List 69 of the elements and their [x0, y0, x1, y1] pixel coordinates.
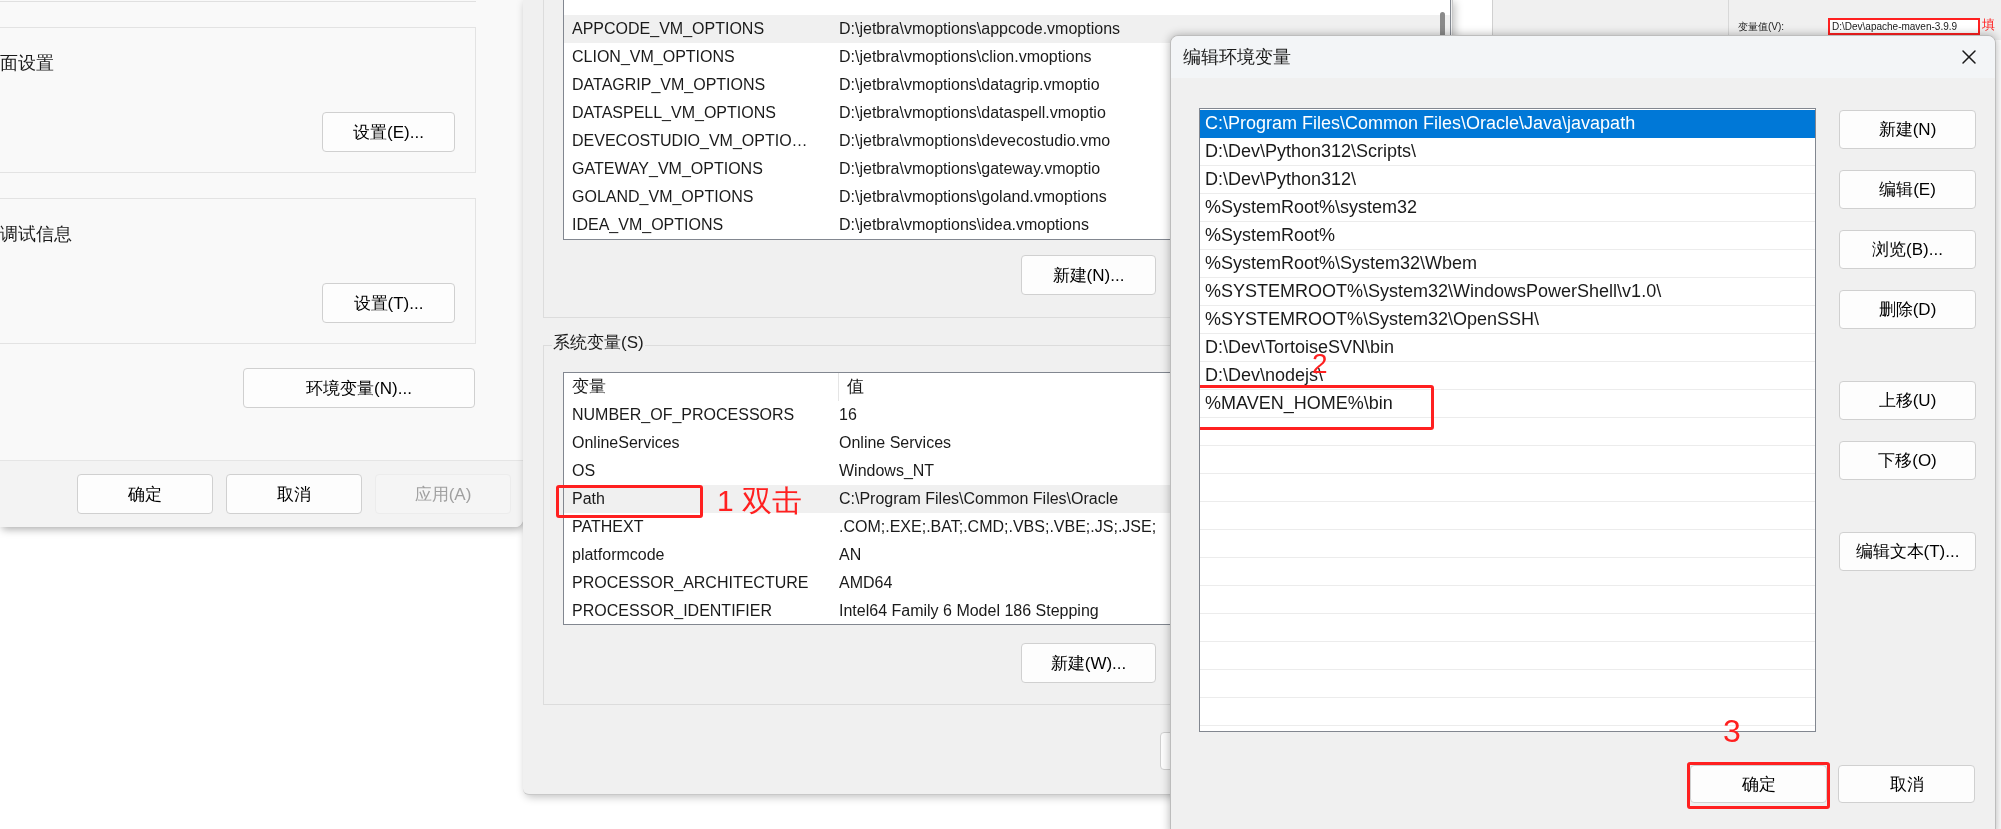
- path-item[interactable]: D:\Dev\Python312\: [1200, 166, 1815, 194]
- group-title: 系统变量(S): [552, 334, 645, 351]
- variable-value: Windows_NT: [839, 461, 935, 481]
- annotation-note: 1 双击: [717, 486, 803, 516]
- group-label: 调试信息: [0, 225, 72, 243]
- variable-name: DATASPELL_VM_OPTIONS: [572, 104, 776, 121]
- dialog-button[interactable]: 设置(E)...: [322, 112, 455, 152]
- path-item[interactable]: %SystemRoot%: [1200, 222, 1815, 250]
- variable-name: APPCODE_VM_OPTIONS: [572, 20, 765, 37]
- variable-name: CLION_VM_OPTIONS: [572, 48, 735, 65]
- path-item[interactable]: C:\Program Files\Common Files\Oracle\Java\javapath: [1200, 110, 1815, 138]
- variable-name: DATAGRIP_VM_OPTIONS: [572, 76, 766, 93]
- variable-name: platformcode: [572, 546, 665, 563]
- variable-value: C:\Program Files\Common Files\Oracle: [839, 489, 1119, 509]
- dialog-button[interactable]: 删除(D): [1839, 290, 1976, 329]
- variable-row[interactable]: APPCODE_VM_OPTIONS D:\jetbra\vmoptions\appcode.vmoptions: [564, 15, 1450, 43]
- dialog-button[interactable]: 确定: [1690, 765, 1827, 803]
- path-item[interactable]: %SystemRoot%\system32: [1200, 194, 1815, 222]
- column-header[interactable]: 变量: [564, 373, 839, 401]
- variable-value: D:\jetbra\vmoptions\appcode.vmoptions: [839, 19, 1121, 39]
- path-item[interactable]: D:\Dev\Python312\Scripts\: [1200, 138, 1815, 166]
- variable-value: D:\jetbra\vmoptions\datagrip.vmoptio: [839, 75, 1100, 95]
- dialog-button[interactable]: 设置(T)...: [322, 283, 455, 323]
- variable-name: OnlineServices: [572, 434, 680, 451]
- dialog-button[interactable]: 确定: [77, 474, 213, 514]
- dialog-button[interactable]: 下移(O): [1839, 441, 1976, 480]
- variable-value: D:\jetbra\vmoptions\idea.vmoptions: [839, 215, 1089, 235]
- variable-name: PATHEXT: [572, 518, 644, 535]
- variable-value: Online Services: [839, 433, 952, 453]
- variable-name: IDEA_VM_OPTIONS: [572, 216, 724, 233]
- annotation-note: 填: [1982, 18, 1995, 31]
- variable-value: AN: [839, 545, 862, 565]
- annotation-note: 3: [1723, 715, 1741, 747]
- dialog-button[interactable]: 浏览(B)...: [1839, 230, 1976, 269]
- variable-value: 16: [839, 405, 857, 425]
- variable-name: GOLAND_VM_OPTIONS: [572, 188, 754, 205]
- field-label: 变量值(V):: [1738, 22, 1786, 32]
- variable-value: D:\jetbra\vmoptions\clion.vmoptions: [839, 47, 1092, 67]
- variable-name: NUMBER_OF_PROCESSORS: [572, 406, 795, 423]
- variable-name: DEVECOSTUDIO_VM_OPTIO…: [572, 132, 808, 149]
- variable-value: Intel64 Family 6 Model 186 Stepping: [839, 601, 1099, 621]
- column-header[interactable]: 值: [839, 373, 864, 401]
- variable-value: D:\jetbra\vmoptions\goland.vmoptions: [839, 187, 1107, 207]
- variable-name: PROCESSOR_IDENTIFIER: [572, 602, 773, 619]
- group-label: 面设置: [0, 54, 54, 72]
- input-field[interactable]: D:\Dev\apache-maven-3.9.9: [1828, 18, 1980, 35]
- variable-value: D:\jetbra\vmoptions\dataspell.vmoptio: [839, 103, 1106, 123]
- variable-name: GATEWAY_VM_OPTIONS: [572, 160, 763, 177]
- path-item[interactable]: %MAVEN_HOME%\bin: [1200, 390, 1815, 418]
- dialog-button[interactable]: 编辑(E): [1839, 170, 1976, 209]
- dialog-button[interactable]: 编辑文本(T)...: [1839, 532, 1976, 571]
- dialog-button[interactable]: 新建(N)...: [1021, 255, 1156, 295]
- variable-value: .COM;.EXE;.BAT;.CMD;.VBS;.VBE;.JS;.JSE;: [839, 517, 1157, 537]
- dialog-button[interactable]: 上移(U): [1839, 381, 1976, 420]
- path-item[interactable]: %SYSTEMROOT%\System32\OpenSSH\: [1200, 306, 1815, 334]
- dialog-button[interactable]: 取消: [226, 474, 362, 514]
- dialog-button[interactable]: 取消: [1838, 765, 1975, 803]
- variable-name: PROCESSOR_ARCHITECTURE: [572, 574, 809, 591]
- variable-value: AMD64: [839, 573, 893, 593]
- variable-value: D:\jetbra\vmoptions\gateway.vmoptio: [839, 159, 1101, 179]
- variable-name: Path: [572, 490, 605, 507]
- path-item[interactable]: %SYSTEMROOT%\System32\WindowsPowerShell\v1.0\: [1200, 278, 1815, 306]
- variable-value: D:\jetbra\vmoptions\devecostudio.vmo: [839, 131, 1111, 151]
- path-item[interactable]: %SystemRoot%\System32\Wbem: [1200, 250, 1815, 278]
- dialog-button[interactable]: 新建(W)...: [1021, 643, 1156, 683]
- variable-name: OS: [572, 462, 596, 479]
- dialog-button[interactable]: 环境变量(N)...: [243, 368, 475, 408]
- dialog-button[interactable]: 新建(N): [1839, 110, 1976, 149]
- dialog-title: 编辑环境变量: [1183, 45, 1291, 69]
